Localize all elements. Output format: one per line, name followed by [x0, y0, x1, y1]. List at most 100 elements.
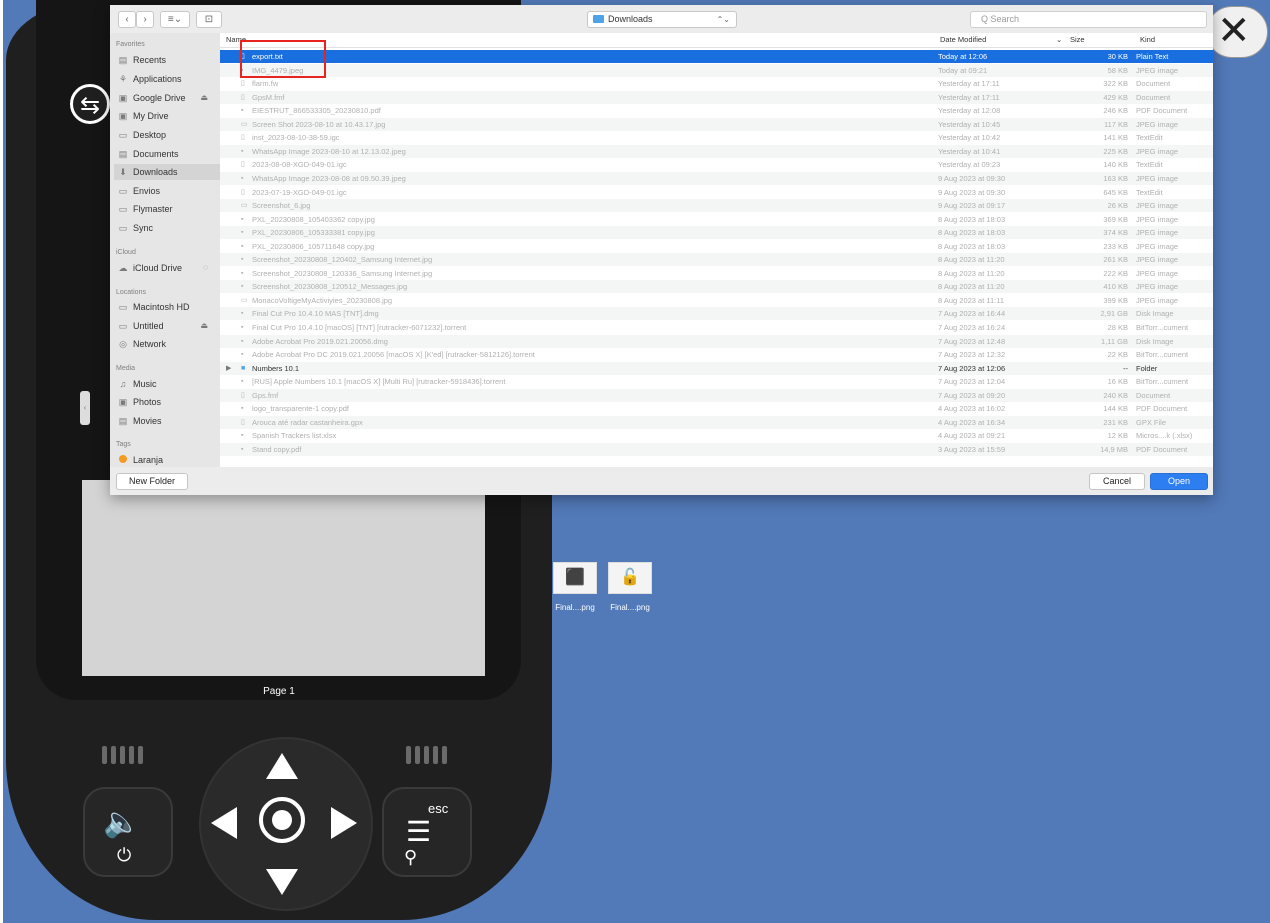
- new-folder-button[interactable]: New Folder: [116, 473, 188, 490]
- close-button[interactable]: ✕: [1206, 6, 1268, 58]
- sidebar-item-icloud-drive[interactable]: ☁ iCloud Drive ◌: [116, 260, 220, 276]
- file-icon: ▪: [241, 147, 244, 155]
- file-row[interactable]: ▯ Arouca até radar castanheira.gpx 4 Aug 2…: [220, 415, 1213, 429]
- search-input[interactable]: Q Search: [970, 11, 1207, 28]
- sidebar-item-tag-laranja[interactable]: Laranja: [116, 452, 220, 468]
- arrow-down-icon[interactable]: [266, 869, 298, 895]
- file-row[interactable]: ▪ Screenshot_20230808_120402_Samsung Inte…: [220, 253, 1213, 267]
- location-popup[interactable]: Downloads ⌃⌄: [587, 11, 737, 28]
- file-icon: ▪: [241, 229, 244, 237]
- file-row[interactable]: ▪ [RUS] Apple Numbers 10.1 [macOS X] [Mul…: [220, 375, 1213, 388]
- column-header-kind[interactable]: Kind: [1140, 33, 1155, 47]
- cancel-button[interactable]: Cancel: [1089, 473, 1145, 490]
- file-row[interactable]: ▯ inst_2023-08-10-38-59.igc Yesterday at 1…: [220, 131, 1213, 144]
- file-row[interactable]: ▯ 2023-07-19-XGD-049-01.igc 9 Aug 2023 at …: [220, 186, 1213, 199]
- sidebar-item-applications[interactable]: ⚘ Applications: [116, 71, 220, 87]
- file-name: Screenshot_20230808_120402_Samsung Inter…: [252, 255, 433, 265]
- desktop-file[interactable]: ⬛ Final....png: [545, 562, 605, 612]
- file-size: 58 KB: [1107, 65, 1128, 75]
- sidebar-item-recents[interactable]: ▤ Recents: [116, 52, 220, 68]
- file-row[interactable]: ▯ GpsM.fmf Yesterday at 17:11 429 KB Documen…: [220, 90, 1213, 104]
- disclosure-triangle-icon[interactable]: ▶: [226, 362, 231, 375]
- sidebar-item-desktop[interactable]: ▭ Desktop: [116, 127, 220, 143]
- file-row[interactable]: ▭ MonacoVoltigeMyActiviyies_20230808.jpg 8…: [220, 294, 1213, 307]
- esc-label: esc: [428, 801, 449, 816]
- file-row[interactable]: ▪ WhatsApp Image 2023-08-08 at 09.50.39.j…: [220, 171, 1213, 185]
- desktop-file-label: Final....png: [555, 603, 595, 612]
- file-date-modified: Today at 09:21: [938, 65, 988, 75]
- sidebar-collapse-handle[interactable]: ‹: [80, 391, 90, 425]
- center-select-button[interactable]: [259, 797, 305, 843]
- usb-icon[interactable]: ⇆: [70, 84, 110, 124]
- sidebar-item-flymaster[interactable]: ▭ Flymaster: [116, 201, 220, 217]
- file-kind: JPEG image: [1136, 282, 1179, 292]
- file-kind: JPEG image: [1136, 268, 1179, 278]
- view-options-button[interactable]: ≡⌄: [160, 11, 190, 28]
- file-row[interactable]: ▪ Adobe Acrobat Pro DC 2019.021.20056 [ma…: [220, 348, 1213, 361]
- sidebar-item-sync[interactable]: ▭ Sync: [116, 220, 220, 236]
- file-row[interactable]: ▪ Spanish Trackers list.xlsx 4 Aug 2023 at…: [220, 429, 1213, 442]
- file-row[interactable]: ▪ Stand copy.pdf 3 Aug 2023 at 15:59 14,9 M…: [220, 442, 1213, 456]
- sidebar-item-photos[interactable]: ▣ Photos: [116, 394, 220, 410]
- music-icon: ♫: [119, 379, 127, 389]
- sidebar-header-favorites: Favorites: [116, 41, 145, 48]
- file-row[interactable]: ▪ PXL_20230808_105403362 copy.jpg 8 Aug 20…: [220, 213, 1213, 226]
- open-button[interactable]: Open: [1150, 473, 1208, 490]
- sidebar-item-documents[interactable]: ▤ Documents: [116, 146, 220, 162]
- new-folder-icon[interactable]: ⊡: [196, 11, 222, 28]
- file-row[interactable]: ▪ WhatsApp Image 2023-08-10 at 12.13.02.j…: [220, 144, 1213, 158]
- file-row[interactable]: ▪ PXL_20230806_105333381 copy.jpg 8 Aug 20…: [220, 226, 1213, 240]
- file-icon: ▪: [241, 242, 244, 250]
- file-kind: JPEG image: [1136, 173, 1179, 183]
- file-row[interactable]: ▪ Adobe Acrobat Pro 2019.021.20056.dmg 7 A…: [220, 334, 1213, 348]
- sidebar-item-google-drive[interactable]: ▣ Google Drive ⏏: [116, 90, 220, 106]
- sidebar-item-network[interactable]: ◎ Network: [116, 336, 220, 352]
- file-size: 645 KB: [1103, 187, 1128, 197]
- file-kind: PDF Document: [1136, 404, 1188, 414]
- file-date-modified: 8 Aug 2023 at 18:03: [938, 228, 1006, 238]
- arrow-up-icon[interactable]: [266, 753, 298, 779]
- arrow-left-icon[interactable]: [211, 807, 237, 839]
- file-row[interactable]: ▪ EIESTRUT_866533305_20230810.pdf Yesterda…: [220, 104, 1213, 117]
- eject-icon[interactable]: ⏏: [200, 90, 208, 106]
- file-name: Adobe Acrobat Pro DC 2019.021.20056 [mac…: [252, 350, 535, 360]
- file-row[interactable]: ▯ 2023-08-08-XGD-049-01.igc Yesterday at 0…: [220, 158, 1213, 171]
- file-name: PXL_20230806_105711648 copy.jpg: [252, 241, 375, 251]
- eject-icon[interactable]: ⏏: [200, 318, 208, 334]
- sidebar-item-my-drive[interactable]: ▣ My Drive: [116, 108, 220, 124]
- file-row[interactable]: ▪ Screenshot_20230808_120336_Samsung Inte…: [220, 267, 1213, 280]
- file-name: GpsM.fmf: [252, 92, 285, 102]
- file-row[interactable]: ▪ Final Cut Pro 10.4.10 MAS [TNT].dmg 7 Au…: [220, 307, 1213, 321]
- column-header-size[interactable]: Size: [1070, 33, 1085, 47]
- icloud-icon: ☁: [118, 263, 128, 273]
- forward-button[interactable]: ›: [136, 11, 154, 28]
- sidebar-item-downloads[interactable]: ⬇ Downloads: [114, 164, 220, 180]
- file-date-modified: Yesterday at 17:11: [938, 79, 1000, 89]
- sidebar-item-untitled[interactable]: ▭ Untitled ⏏: [116, 318, 220, 334]
- file-row[interactable]: ▪ logo_transparente-1 copy.pdf 4 Aug 2023 …: [220, 402, 1213, 415]
- back-button[interactable]: ‹: [118, 11, 136, 28]
- sidebar-item-movies[interactable]: ▤ Movies: [116, 413, 220, 429]
- file-row[interactable]: ▭ Screen Shot 2023-08-10 at 10.43.17.jpg Y…: [220, 117, 1213, 131]
- sidebar-item-macintosh-hd[interactable]: ▭ Macintosh HD: [116, 299, 220, 315]
- file-row[interactable]: ▭ Screenshot_6.jpg 9 Aug 2023 at 09:17 26 K…: [220, 199, 1213, 213]
- file-row[interactable]: ▪ PXL_20230806_105711648 copy.jpg 8 Aug 20…: [220, 240, 1213, 253]
- volume-power-button[interactable]: 🔈 ⏻: [83, 787, 173, 877]
- column-header-date-modified[interactable]: Date Modified: [940, 33, 986, 47]
- file-row[interactable]: ▪ IMG_4479.jpeg Today at 09:21 58 KB JPEG im…: [220, 63, 1213, 77]
- file-row[interactable]: ▪ Screenshot_20230808_120512_Messages.jpg…: [220, 280, 1213, 294]
- file-name: 2023-08-08-XGD-049-01.igc: [252, 160, 347, 170]
- desktop-file[interactable]: 🔓 Final....png: [600, 562, 660, 612]
- file-row[interactable]: ▯ Gps.fmf 7 Aug 2023 at 09:20 240 KB Documen…: [220, 388, 1213, 402]
- file-kind: Document: [1136, 390, 1171, 400]
- disk-icon: ▭: [118, 302, 128, 312]
- file-row[interactable]: ▪ Final Cut Pro 10.4.10 [macOS] [TNT] [ru…: [220, 321, 1213, 334]
- file-row[interactable]: ▶ ■ Numbers 10.1 7 Aug 2023 at 12:06 -- Folde…: [220, 361, 1213, 375]
- arrow-right-icon[interactable]: [331, 807, 357, 839]
- esc-menu-search-button[interactable]: esc ☰ ⚲: [382, 787, 472, 877]
- file-size: 1,11 GB: [1101, 336, 1128, 346]
- sidebar-item-music[interactable]: ♫ Music: [116, 376, 220, 392]
- file-row[interactable]: ▯ flarm.fw Yesterday at 17:11 322 KB Documen…: [220, 77, 1213, 90]
- sidebar-item-envios[interactable]: ▭ Envios: [116, 183, 220, 199]
- file-row[interactable]: ▯ export.txt Today at 12:06 30 KB Plain Text: [220, 50, 1213, 63]
